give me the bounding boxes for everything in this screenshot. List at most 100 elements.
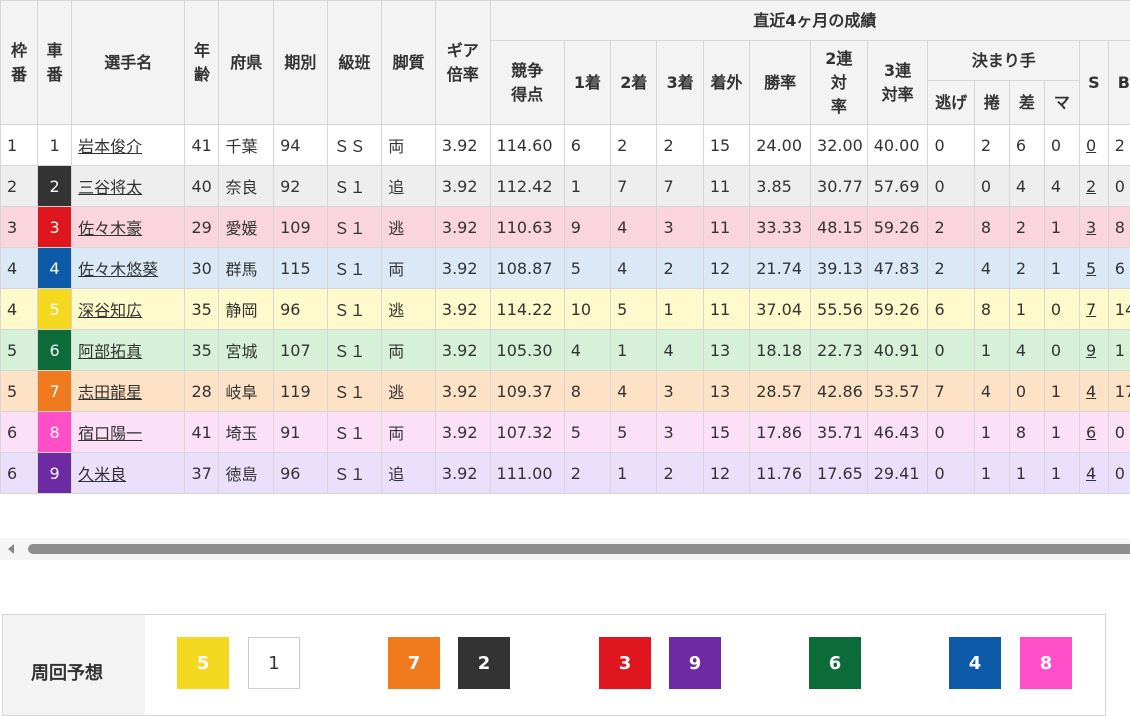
second-count-cell: 4 xyxy=(611,248,657,289)
scrollbar-thumb[interactable] xyxy=(28,544,1130,554)
trifecta-rate-cell: 57.69 xyxy=(867,166,928,207)
b-count-cell: 0 xyxy=(1108,166,1130,207)
trifecta-rate-cell: 53.57 xyxy=(867,371,928,412)
quinella-rate-cell: 30.77 xyxy=(811,166,868,207)
points-cell: 111.00 xyxy=(490,453,564,494)
s-count-cell: 0 xyxy=(1079,125,1108,166)
age-cell: 30 xyxy=(185,248,219,289)
car-number-cell: 1 xyxy=(38,125,72,166)
s-count-link[interactable]: 5 xyxy=(1086,259,1096,278)
term-cell: 119 xyxy=(274,371,328,412)
class-cell: Ｓ１ xyxy=(327,371,382,412)
racer-name-link[interactable]: 佐々木豪 xyxy=(78,219,142,238)
s-count-cell: 6 xyxy=(1079,412,1108,453)
racer-name-link[interactable]: 三谷将太 xyxy=(78,178,142,197)
racer-name-link[interactable]: 志田龍星 xyxy=(78,383,142,402)
prefecture-cell: 千葉 xyxy=(219,125,274,166)
racer-name-link[interactable]: 佐々木悠葵 xyxy=(78,260,158,279)
win-rate-cell: 37.04 xyxy=(750,289,811,330)
header-name: 選手名 xyxy=(72,1,185,125)
header-quinella: 2連対率 xyxy=(811,41,868,125)
trifecta-rate-cell: 59.26 xyxy=(867,289,928,330)
prediction-chip: 8 xyxy=(1020,637,1072,689)
lap-prediction-label: 周回予想 xyxy=(31,659,103,685)
horizontal-scrollbar[interactable] xyxy=(0,538,1130,560)
mark-cell: 1 xyxy=(1044,412,1079,453)
racer-name-link[interactable]: 宿口陽一 xyxy=(78,424,142,443)
racer-name-link[interactable]: 阿部拓真 xyxy=(78,342,142,361)
makuri-cell: 0 xyxy=(974,166,1009,207)
waku-cell: 1 xyxy=(1,125,38,166)
age-cell: 35 xyxy=(185,289,219,330)
first-count-cell: 4 xyxy=(564,330,610,371)
out-count-cell: 11 xyxy=(703,289,749,330)
header-points: 競争得点 xyxy=(490,41,564,125)
scroll-left-arrow-icon[interactable] xyxy=(8,544,14,554)
s-count-link[interactable]: 4 xyxy=(1086,464,1096,483)
s-count-link[interactable]: 2 xyxy=(1086,177,1096,196)
mark-cell: 1 xyxy=(1044,207,1079,248)
header-class: 級班 xyxy=(327,1,382,125)
nige-cell: 0 xyxy=(928,166,974,207)
s-count-link[interactable]: 3 xyxy=(1086,218,1096,237)
racer-row: 68宿口陽一41埼玉91Ｓ１両3.92107.325531517.8635.71… xyxy=(1,412,1130,453)
sashi-cell: 6 xyxy=(1009,125,1044,166)
gear-cell: 3.92 xyxy=(435,371,490,412)
header-out: 着外 xyxy=(703,41,749,125)
s-count-link[interactable]: 0 xyxy=(1086,136,1096,155)
nige-cell: 0 xyxy=(928,125,974,166)
quinella-rate-cell: 55.56 xyxy=(811,289,868,330)
racer-name-link[interactable]: 深谷知広 xyxy=(78,301,142,320)
third-count-cell: 3 xyxy=(657,412,703,453)
racer-table-body: 11岩本俊介41千葉94ＳＳ両3.92114.606221524.0032.00… xyxy=(1,125,1130,494)
out-count-cell: 11 xyxy=(703,166,749,207)
car-number-cell: 3 xyxy=(38,207,72,248)
first-count-cell: 5 xyxy=(564,248,610,289)
header-first: 1着 xyxy=(564,41,610,125)
points-cell: 112.42 xyxy=(490,166,564,207)
prefecture-cell: 群馬 xyxy=(219,248,274,289)
win-rate-cell: 28.57 xyxy=(750,371,811,412)
s-count-cell: 2 xyxy=(1079,166,1108,207)
trifecta-rate-cell: 29.41 xyxy=(867,453,928,494)
racer-row: 57志田龍星28岐阜119Ｓ１逃3.92109.378431328.5742.8… xyxy=(1,371,1130,412)
points-cell: 107.32 xyxy=(490,412,564,453)
prefecture-cell: 奈良 xyxy=(219,166,274,207)
racer-name-link[interactable]: 久米良 xyxy=(78,465,126,484)
win-rate-cell: 21.74 xyxy=(750,248,811,289)
sashi-cell: 4 xyxy=(1009,330,1044,371)
racer-name-cell: 深谷知広 xyxy=(72,289,185,330)
class-cell: Ｓ１ xyxy=(327,248,382,289)
s-count-link[interactable]: 9 xyxy=(1086,341,1096,360)
out-count-cell: 15 xyxy=(703,125,749,166)
car-number-cell: 6 xyxy=(38,330,72,371)
header-pref: 府県 xyxy=(219,1,274,125)
s-count-link[interactable]: 4 xyxy=(1086,382,1096,401)
gear-cell: 3.92 xyxy=(435,125,490,166)
trifecta-rate-cell: 47.83 xyxy=(867,248,928,289)
term-cell: 109 xyxy=(274,207,328,248)
car-number-cell: 5 xyxy=(38,289,72,330)
car-number-cell: 8 xyxy=(38,412,72,453)
class-cell: ＳＳ xyxy=(327,125,382,166)
out-count-cell: 15 xyxy=(703,412,749,453)
second-count-cell: 1 xyxy=(611,453,657,494)
third-count-cell: 2 xyxy=(657,125,703,166)
prediction-chip: 5 xyxy=(177,637,229,689)
header-car: 車番 xyxy=(38,1,72,125)
s-count-link[interactable]: 7 xyxy=(1086,300,1096,319)
racer-name-link[interactable]: 岩本俊介 xyxy=(78,137,142,156)
b-count-cell: 6 xyxy=(1108,248,1130,289)
sashi-cell: 8 xyxy=(1009,412,1044,453)
s-count-link[interactable]: 6 xyxy=(1086,423,1096,442)
second-count-cell: 2 xyxy=(611,125,657,166)
third-count-cell: 3 xyxy=(657,207,703,248)
third-count-cell: 4 xyxy=(657,330,703,371)
prediction-chip: 9 xyxy=(669,637,721,689)
nige-cell: 2 xyxy=(928,248,974,289)
win-rate-cell: 33.33 xyxy=(750,207,811,248)
first-count-cell: 5 xyxy=(564,412,610,453)
class-cell: Ｓ１ xyxy=(327,453,382,494)
quinella-rate-cell: 42.86 xyxy=(811,371,868,412)
header-gear: ギア倍率 xyxy=(435,1,490,125)
